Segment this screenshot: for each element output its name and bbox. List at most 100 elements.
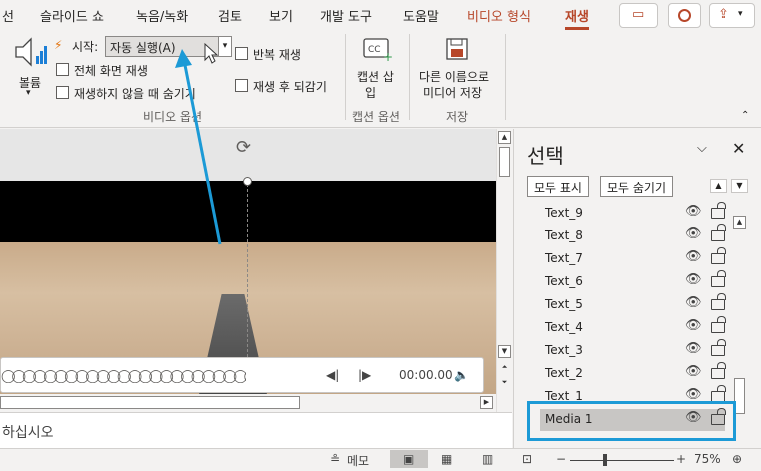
list-item[interactable]: Text_3 👁: [540, 339, 726, 362]
list-item[interactable]: Text_8 👁: [540, 224, 726, 247]
group-title-save: 저장: [446, 110, 469, 124]
eye-icon[interactable]: 👁: [685, 295, 702, 310]
comments-button[interactable]: ▭: [619, 3, 658, 28]
group-title-video-options: 비디오 옵션: [143, 110, 203, 124]
list-item-label: Text_8: [545, 228, 583, 242]
captions-label-1: 캡션 삽: [357, 70, 394, 84]
rewind-checkbox[interactable]: [235, 79, 248, 92]
volume-button[interactable]: 볼륨 ▾: [14, 36, 50, 102]
horizontal-scroll-thumb[interactable]: [0, 396, 300, 409]
fit-to-window-icon[interactable]: ⊕: [732, 452, 742, 466]
eye-icon[interactable]: 👁: [685, 341, 702, 356]
share-button[interactable]: ⇪ ▾: [709, 3, 755, 28]
list-scrollbar[interactable]: ▲: [732, 214, 747, 429]
list-item[interactable]: Text_4 👁: [540, 316, 726, 339]
list-item[interactable]: Text_9 👁: [540, 202, 726, 225]
scroll-right-icon[interactable]: ▶: [480, 396, 493, 409]
unlock-icon[interactable]: [711, 247, 726, 264]
unlock-icon[interactable]: [711, 293, 726, 310]
unlock-icon[interactable]: [711, 362, 726, 379]
start-animation-icon: ⚡: [54, 38, 63, 52]
tab-help[interactable]: 도움말: [403, 6, 439, 25]
media-player-bar: ◯◯◯◯◯◯◯◯◯◯◯◯◯◯◯◯◯◯◯◯◯◯◯◯◯◯◯◯◯◯◯◯◯◯◯◯◯◯◯◯…: [0, 357, 484, 393]
resize-handle[interactable]: [243, 177, 252, 186]
list-item-label: Text_2: [545, 366, 583, 380]
list-item[interactable]: Text_7 👁: [540, 247, 726, 270]
eye-icon[interactable]: 👁: [685, 204, 702, 219]
tab-review[interactable]: 검토: [218, 6, 242, 25]
unlock-icon[interactable]: [711, 270, 726, 287]
captions-icon: CC +: [363, 38, 393, 62]
ribbon: 볼륨 ▾ ⚡ 시작: 자동 실행(A) ▾ 전체 화면 재생 재생하지 않을 때…: [0, 30, 761, 128]
loop-checkbox[interactable]: [235, 47, 248, 60]
fullscreen-label: 전체 화면 재생: [74, 64, 148, 78]
tab-video-format[interactable]: 비디오 형식: [467, 6, 531, 25]
tab-view[interactable]: 보기: [269, 6, 293, 25]
step-back-icon[interactable]: ◀|: [326, 368, 339, 382]
pane-options-chevron-icon[interactable]: ⌵: [697, 141, 707, 156]
eye-icon[interactable]: 👁: [685, 364, 702, 379]
previous-slide-icon[interactable]: ⏶: [498, 362, 511, 375]
reading-view-icon[interactable]: ▥: [482, 452, 493, 466]
unlock-icon[interactable]: [711, 202, 726, 219]
save-media-as-button[interactable]: 다른 이름으로 미디어 저장: [416, 36, 498, 102]
eye-icon[interactable]: 👁: [685, 387, 702, 402]
zoom-level[interactable]: 75%: [694, 452, 721, 466]
eye-icon[interactable]: 👁: [685, 318, 702, 333]
eye-icon[interactable]: 👁: [685, 272, 702, 287]
list-item-label: Text_9: [545, 206, 583, 220]
zoom-in-icon[interactable]: +: [676, 452, 686, 466]
speaker-icon[interactable]: 🔈: [454, 368, 469, 382]
vertical-scroll-thumb[interactable]: [499, 147, 510, 177]
start-select-dropdown[interactable]: ▾: [218, 36, 232, 57]
list-item[interactable]: Text_5 👁: [540, 293, 726, 316]
horizontal-scrollbar[interactable]: ▶: [0, 394, 496, 412]
scroll-up-icon[interactable]: ▲: [733, 216, 746, 229]
save-media-label-2: 미디어 저장: [423, 86, 483, 100]
list-item-label: Text_5: [545, 297, 583, 311]
zoom-slider-thumb[interactable]: [603, 454, 607, 466]
step-forward-icon[interactable]: |▶: [358, 368, 371, 382]
record-button[interactable]: [668, 3, 701, 28]
group-separator: [505, 34, 506, 120]
bring-forward-icon[interactable]: ▲: [710, 179, 727, 193]
record-icon: [678, 9, 691, 22]
hide-all-button[interactable]: 모두 숨기기: [600, 176, 674, 197]
close-icon[interactable]: ✕: [732, 139, 745, 158]
tab-record[interactable]: 녹음/녹화: [136, 6, 188, 25]
collapse-ribbon-icon[interactable]: ⌃: [741, 110, 749, 121]
insert-captions-button[interactable]: CC + 캡션 삽 입: [355, 36, 401, 102]
tab-playback[interactable]: 재생: [565, 6, 589, 25]
rewind-label: 재생 후 되감기: [253, 80, 327, 94]
notes-pane[interactable]: 하십시오: [0, 412, 512, 448]
captions-label-2: 입: [365, 86, 377, 100]
zoom-out-icon[interactable]: −: [556, 452, 566, 466]
slideshow-icon[interactable]: ⊡: [522, 452, 532, 466]
eye-icon[interactable]: 👁: [685, 249, 702, 264]
list-item[interactable]: Text_6 👁: [540, 270, 726, 293]
slide-editor: ⟳ ◯◯◯◯◯◯◯◯◯◯◯◯◯◯◯◯◯◯◯◯◯◯◯◯◯◯◯◯◯◯◯◯◯◯◯◯◯◯…: [0, 129, 512, 412]
playback-timeline[interactable]: ◯◯◯◯◯◯◯◯◯◯◯◯◯◯◯◯◯◯◯◯◯◯◯◯◯◯◯◯◯◯◯◯◯◯◯◯◯◯◯◯: [1, 369, 246, 383]
notes-toggle[interactable]: 메모: [347, 452, 369, 469]
unlock-icon[interactable]: [711, 339, 726, 356]
scroll-up-icon[interactable]: ▲: [498, 131, 511, 144]
tab-design[interactable]: 선: [2, 6, 14, 25]
fullscreen-checkbox[interactable]: [56, 63, 69, 76]
share-icon: ⇪: [718, 7, 729, 22]
zoom-slider[interactable]: [570, 460, 674, 461]
slide-sorter-icon[interactable]: ▦: [441, 452, 452, 466]
eye-icon[interactable]: 👁: [685, 226, 702, 241]
hide-checkbox[interactable]: [56, 86, 69, 99]
vertical-scrollbar[interactable]: ▲ ▼ ⏶ ⏷: [496, 129, 512, 412]
list-item[interactable]: Text_2 👁: [540, 362, 726, 385]
next-slide-icon[interactable]: ⏷: [498, 377, 511, 390]
tab-slideshow[interactable]: 슬라이드 쇼: [40, 6, 104, 25]
rotate-handle-icon[interactable]: ⟳: [236, 137, 251, 158]
start-select[interactable]: 자동 실행(A): [105, 36, 219, 57]
send-backward-icon[interactable]: ▼: [731, 179, 748, 193]
tab-developer[interactable]: 개발 도구: [320, 6, 372, 25]
unlock-icon[interactable]: [711, 224, 726, 241]
unlock-icon[interactable]: [711, 316, 726, 333]
show-all-button[interactable]: 모두 표시: [527, 176, 589, 197]
scroll-down-icon[interactable]: ▼: [498, 345, 511, 358]
